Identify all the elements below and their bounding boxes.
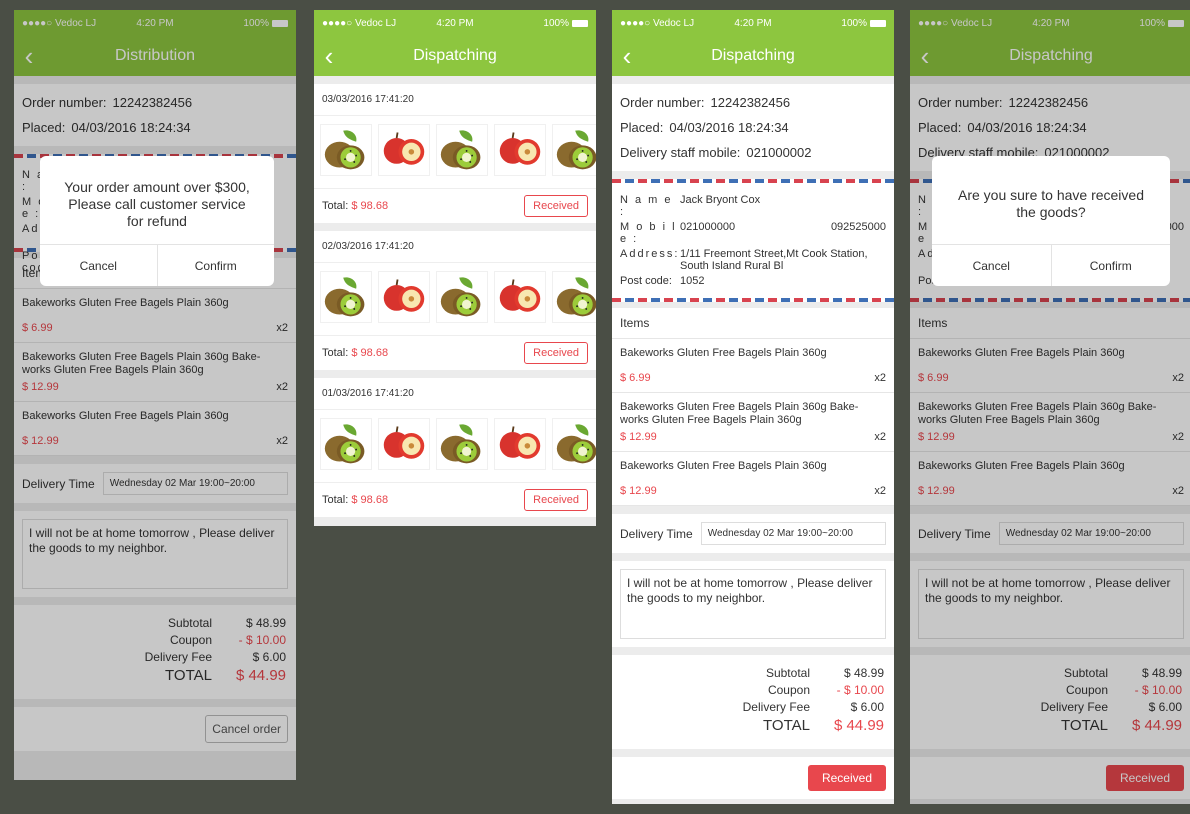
modal-overlay [910,10,1190,804]
order-number: Order number: 12242382456 [620,95,791,110]
kiwi-icon [552,271,596,323]
confirm-received-dialog: Are you sure to have received the goods?… [932,156,1170,286]
received-button[interactable]: Received [524,342,588,364]
order-date: 01/03/2016 17:41:20 [314,378,596,410]
apple-icon [494,271,546,323]
dialog-message: Are you sure to have received the goods? [958,187,1144,220]
dialog-cancel-button[interactable]: Cancel [40,245,157,286]
dialog-confirm-button[interactable]: Confirm [1050,245,1171,286]
received-button[interactable]: Received [524,195,588,217]
apple-icon [378,124,430,176]
kiwi-icon [552,124,596,176]
kiwi-icon [436,271,488,323]
list-item: Bakeworks Gluten Free Bagels Plain 360g … [612,393,894,452]
received-button[interactable]: Received [807,765,886,791]
list-item: Bakeworks Gluten Free Bagels Plain 360g $… [612,452,894,506]
dialog-cancel-button[interactable]: Cancel [932,245,1051,286]
status-bar: ●●●●○ Vedoc LJ 4:20 PM 100% [314,10,596,36]
order-card[interactable]: 03/03/2016 17:41:20 Total: $ 98.68 Receive… [314,84,596,223]
list-item: Bakeworks Gluten Free Bagels Plain 360g $… [612,339,894,393]
dialog-confirm-button[interactable]: Confirm [156,245,275,286]
apple-icon [494,124,546,176]
page-title: Dispatching [711,47,795,64]
dialog-message: Your order amount over $300, Please call… [64,178,250,229]
order-card[interactable]: 02/03/2016 17:41:20 Total: $ 98.68 Receive… [314,231,596,370]
kiwi-icon [320,124,372,176]
product-thumbnails[interactable] [314,410,596,482]
screen-dispatching-confirm: ●●●●○ Vedoc LJ 4:20 PM 100% ‹ Dispatchin… [910,10,1190,804]
order-total: Total: $ 98.68 [322,347,389,359]
order-total: Total: $ 98.68 [322,200,389,212]
order-date: 03/03/2016 17:41:20 [314,84,596,116]
received-button[interactable]: Received [524,489,588,511]
kiwi-icon [436,418,488,470]
delivery-time: Delivery Time Wednesday 02 Mar 19:00~20:0… [612,514,894,553]
status-bar: ●●●●○ Vedoc LJ 4:20 PM 100% [612,10,894,36]
screen-dispatching-list: ●●●●○ Vedoc LJ 4:20 PM 100% ‹ Dispatchin… [314,10,596,526]
modal-overlay [14,10,296,780]
orders-list: 03/03/2016 17:41:20 Total: $ 98.68 Receive… [314,84,596,517]
battery-icon [870,19,886,27]
refund-dialog: Your order amount over $300, Please call… [40,156,274,286]
product-thumbnails[interactable] [314,116,596,188]
screen-dispatching-detail: ●●●●○ Vedoc LJ 4:20 PM 100% ‹ Dispatchin… [612,10,894,804]
screen-distribution: ●●●●○ Vedoc LJ 4:20 PM 100% ‹ Distributi… [14,10,296,780]
order-card[interactable]: 01/03/2016 17:41:20 Total: $ 98.68 Receive… [314,378,596,517]
kiwi-icon [320,418,372,470]
battery-icon [572,19,588,27]
kiwi-icon [320,271,372,323]
items-heading: Items [612,308,894,339]
order-placed: Placed: 04/03/2016 18:24:34 [620,120,789,135]
order-date: 02/03/2016 17:41:20 [314,231,596,263]
page-title: Dispatching [413,47,497,64]
staff-mobile: Delivery staff mobile: 021000002 [620,145,812,160]
apple-icon [378,271,430,323]
back-chevron-icon[interactable]: ‹ [314,36,344,76]
kiwi-icon [436,124,488,176]
product-thumbnails[interactable] [314,263,596,335]
order-totals: Subtotal $ 48.99 Coupon - $ 10.00 Delivery… [612,655,894,749]
back-chevron-icon[interactable]: ‹ [612,36,642,76]
apple-icon [494,418,546,470]
kiwi-icon [552,418,596,470]
apple-icon [378,418,430,470]
order-total: Total: $ 98.68 [322,494,389,506]
delivery-note[interactable]: I will not be at home tomorrow , Please … [620,569,886,639]
delivery-time-field[interactable]: Wednesday 02 Mar 19:00~20:00 [700,522,886,545]
